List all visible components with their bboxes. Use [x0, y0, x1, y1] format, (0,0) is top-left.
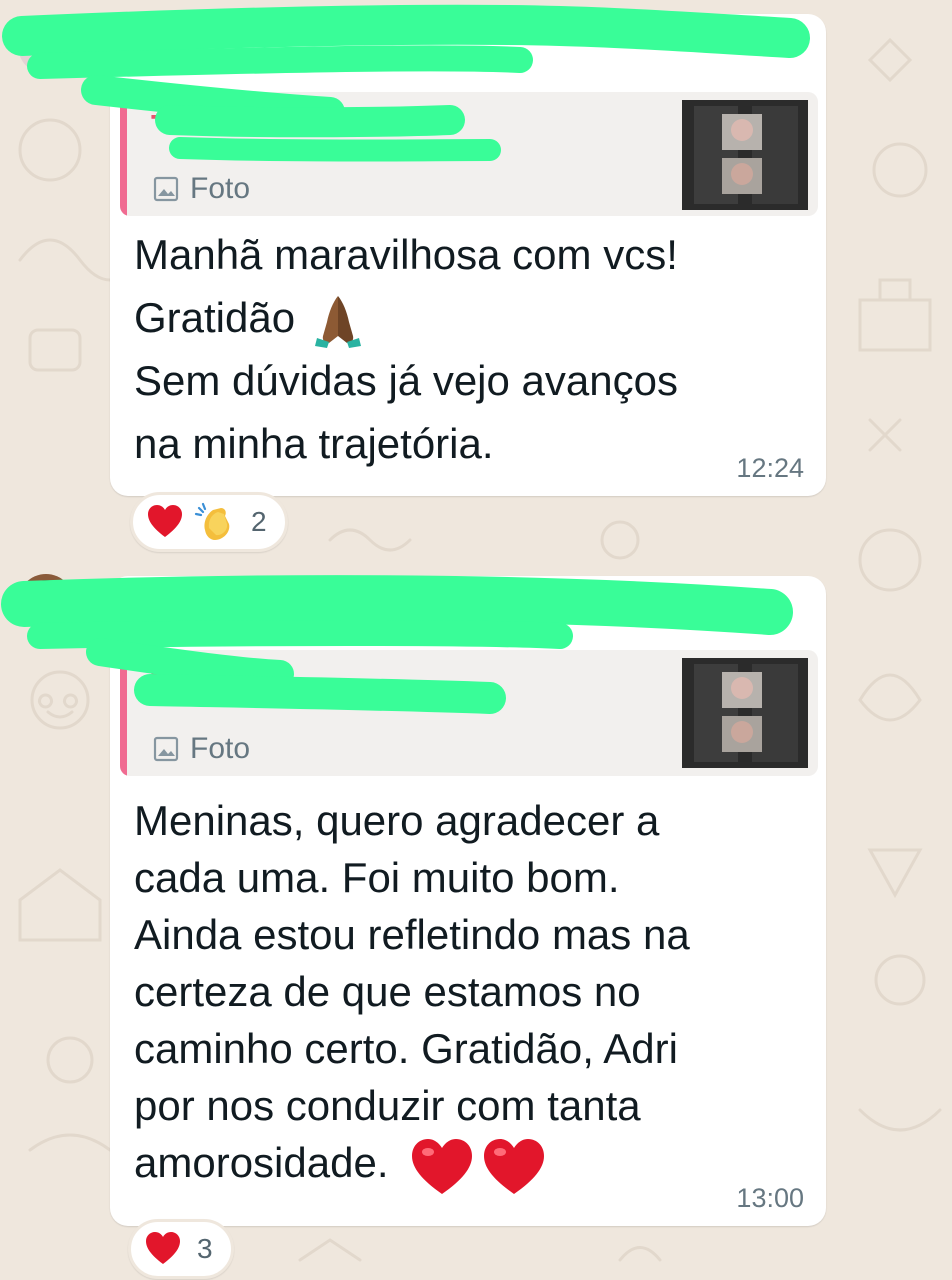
message-text: Manhã maravilhosa com vcs! Gratidão Sem …	[134, 226, 794, 478]
photo-icon	[153, 176, 179, 202]
folded-hands-emoji	[315, 295, 362, 348]
reaction-count: 2	[251, 506, 267, 537]
message-line: na minha trajetória.	[134, 420, 494, 467]
message-line-with-emoji: amorosidade.	[134, 1134, 794, 1209]
sender-name: Luci	[134, 40, 204, 78]
two-red-hearts-emoji	[412, 1139, 545, 1194]
message-line: Ainda estou refletindo mas na	[134, 911, 690, 958]
message-bubble[interactable]: Luci +5 7 Foto Manhã maravilhosa com vcs…	[110, 14, 826, 496]
avatar-photo-icon	[28, 29, 64, 74]
message-bubble[interactable]: + 67 Foto Meninas, quero agradecer a cad…	[110, 576, 826, 1226]
quote-accent-bar	[120, 92, 127, 216]
quoted-author: + 67	[150, 656, 218, 694]
message-line-with-emoji: Gratidão	[134, 289, 794, 352]
message-text: Meninas, quero agradecer a cada uma. Foi…	[134, 792, 794, 1209]
message-line: Manhã maravilhosa com vcs!	[134, 231, 678, 278]
reactions-pill[interactable]: 3	[128, 1219, 234, 1279]
message-line: cada uma. Foi muito bom.	[134, 854, 620, 901]
message-line: por nos conduzir com tanta	[134, 1082, 641, 1129]
quoted-photo-thumbnail	[682, 658, 808, 768]
quote-accent-bar	[120, 650, 127, 776]
message-line-text: Gratidão	[134, 294, 296, 341]
quoted-type-label: Foto	[190, 172, 251, 205]
quoted-photo-thumbnail	[682, 100, 808, 210]
sender-avatar[interactable]	[18, 574, 74, 630]
quoted-message[interactable]: + 67 Foto	[120, 650, 818, 776]
avatar-photo-icon	[28, 580, 64, 611]
message-timestamp: 12:24	[736, 453, 804, 483]
sender-avatar[interactable]	[18, 18, 74, 74]
quoted-message[interactable]: +5 7 Foto	[120, 92, 818, 216]
clapping-hands-icon	[194, 502, 230, 540]
message-line: Sem dúvidas já vejo avanços	[134, 357, 678, 404]
reaction-count: 3	[197, 1233, 213, 1264]
red-heart-icon	[146, 1232, 180, 1264]
reactions-pill[interactable]: 2	[130, 492, 288, 552]
message-line: caminho certo. Gratidão, Adri	[134, 1025, 678, 1072]
message-line: certeza de que estamos no	[134, 968, 641, 1015]
message-timestamp: 13:00	[736, 1183, 804, 1213]
quoted-type-label: Foto	[190, 732, 251, 765]
message-line: Meninas, quero agradecer a	[134, 797, 660, 844]
message-line-text: amorosidade.	[134, 1139, 389, 1187]
photo-icon	[153, 736, 179, 762]
quoted-author: +5 7	[150, 98, 218, 136]
red-heart-icon	[148, 505, 182, 537]
